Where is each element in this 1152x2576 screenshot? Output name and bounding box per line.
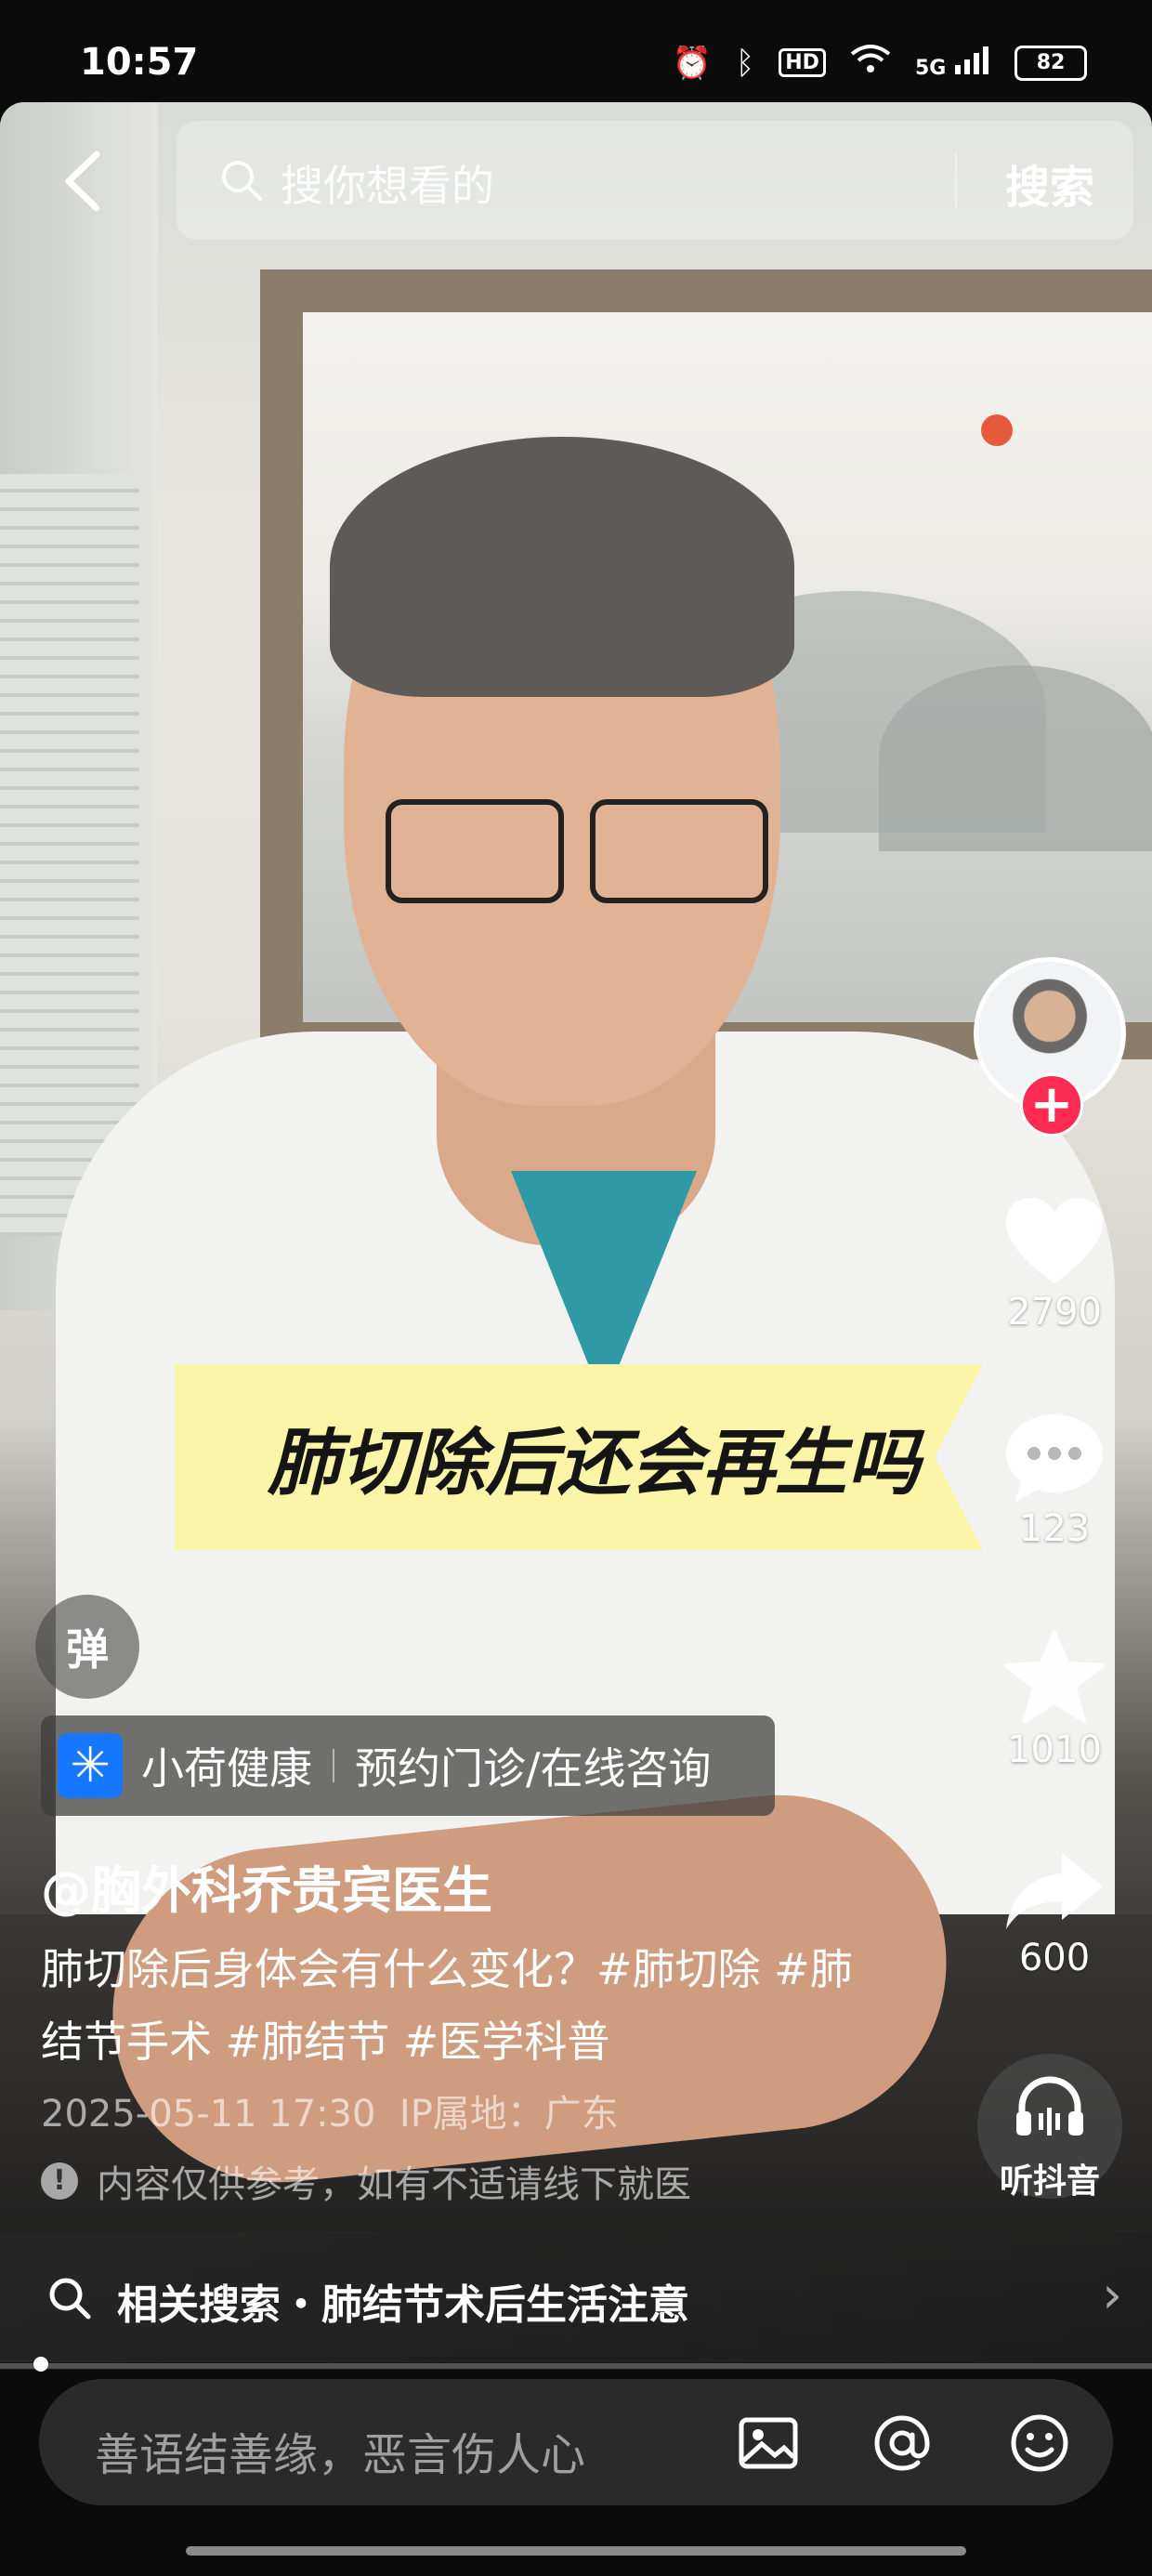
share-count: 600: [1018, 1937, 1091, 1979]
status-time: 10:57: [80, 41, 199, 84]
battery-icon: 82: [1015, 45, 1087, 81]
back-icon: [65, 151, 100, 212]
info-icon: !: [41, 2162, 78, 2200]
share-icon: [1006, 1853, 1103, 1929]
video-title-text: 肺切除后还会再生吗: [268, 1421, 921, 1505]
headphones-icon: [1016, 2076, 1083, 2136]
star-icon: [1004, 1630, 1105, 1723]
favorite-button[interactable]: 1010: [999, 1628, 1110, 1771]
notice-text: 内容仅供参考，如有不适请线下就医: [97, 2163, 691, 2206]
post-date: 2025-05-11 17:30: [41, 2093, 376, 2136]
content-notice: ! 内容仅供参考，如有不适请线下就医: [41, 2154, 691, 2208]
comment-icon: [1006, 1414, 1103, 1502]
related-search-text: 相关搜索・肺结节术后生活注意: [117, 2281, 689, 2329]
top-bar: 搜你想看的 搜索: [0, 121, 1152, 242]
follow-button[interactable]: +: [1020, 1073, 1083, 1137]
video-title-banner: 肺切除后还会再生吗: [175, 1364, 983, 1550]
post-caption[interactable]: 肺切除后身体会有什么变化？#肺切除 #肺结节手术 #肺结节 #医学科普: [41, 1933, 877, 2078]
emoji-icon[interactable]: [1007, 2411, 1072, 2476]
network-type: 5G: [914, 56, 947, 80]
image-icon[interactable]: [736, 2411, 801, 2476]
author-name[interactable]: @胸外科乔贵宾医生: [41, 1849, 492, 1923]
comment-button[interactable]: 123: [999, 1411, 1110, 1550]
listen-label: 听抖音: [999, 2162, 1100, 2201]
wifi-icon: [850, 43, 891, 83]
post-meta: 2025-05-11 17:30 IP属地：广东: [41, 2083, 619, 2137]
promo-divider: [333, 1749, 334, 1782]
bluetooth-icon: ᛒ: [735, 44, 755, 82]
video-progress-bar[interactable]: [0, 2363, 1152, 2369]
favorite-count: 1010: [1007, 1728, 1102, 1771]
danmu-toggle[interactable]: 弹: [35, 1595, 139, 1699]
status-icons: ⏰ ᛒ HD 5G 82: [673, 43, 1087, 83]
promo-logo-icon: ✳: [58, 1733, 123, 1798]
like-count: 2790: [1007, 1291, 1102, 1334]
comment-count: 123: [1018, 1507, 1091, 1550]
promo-name: 小荷健康: [141, 1743, 312, 1794]
promo-card[interactable]: ✳ 小荷健康 预约门诊/在线咨询: [41, 1715, 775, 1816]
video-progress-handle[interactable]: [33, 2357, 48, 2372]
back-button[interactable]: [56, 149, 111, 214]
hd-icon: HD: [779, 48, 826, 77]
search-icon: [49, 2278, 91, 2320]
alarm-icon: ⏰: [672, 44, 712, 82]
chevron-right-icon: ›: [1102, 2266, 1122, 2324]
comment-input[interactable]: 善语结善缘，恶言伤人心: [39, 2379, 1113, 2505]
signal-icon: 5G: [915, 46, 990, 80]
share-button[interactable]: 600: [999, 1849, 1110, 1979]
like-button[interactable]: 2790: [999, 1194, 1110, 1334]
heart-icon: [1006, 1198, 1103, 1283]
comment-placeholder: 善语结善缘，恶言伤人心: [95, 2429, 586, 2481]
related-search-bar[interactable]: 相关搜索・肺结节术后生活注意 ›: [0, 2232, 1152, 2362]
search-button[interactable]: 搜索: [1005, 151, 1094, 216]
search-input[interactable]: 搜你想看的 搜索: [177, 121, 1133, 240]
search-icon: [222, 161, 262, 201]
home-indicator[interactable]: [186, 2546, 966, 2556]
search-divider: [955, 152, 957, 208]
post-ip-location: IP属地：广东: [399, 2093, 619, 2136]
at-icon[interactable]: [870, 2411, 935, 2476]
promo-link[interactable]: 预约门诊/在线咨询: [355, 1735, 712, 1796]
status-bar: 10:57 ⏰ ᛒ HD 5G 82: [0, 0, 1152, 102]
search-placeholder: 搜你想看的: [281, 161, 494, 211]
